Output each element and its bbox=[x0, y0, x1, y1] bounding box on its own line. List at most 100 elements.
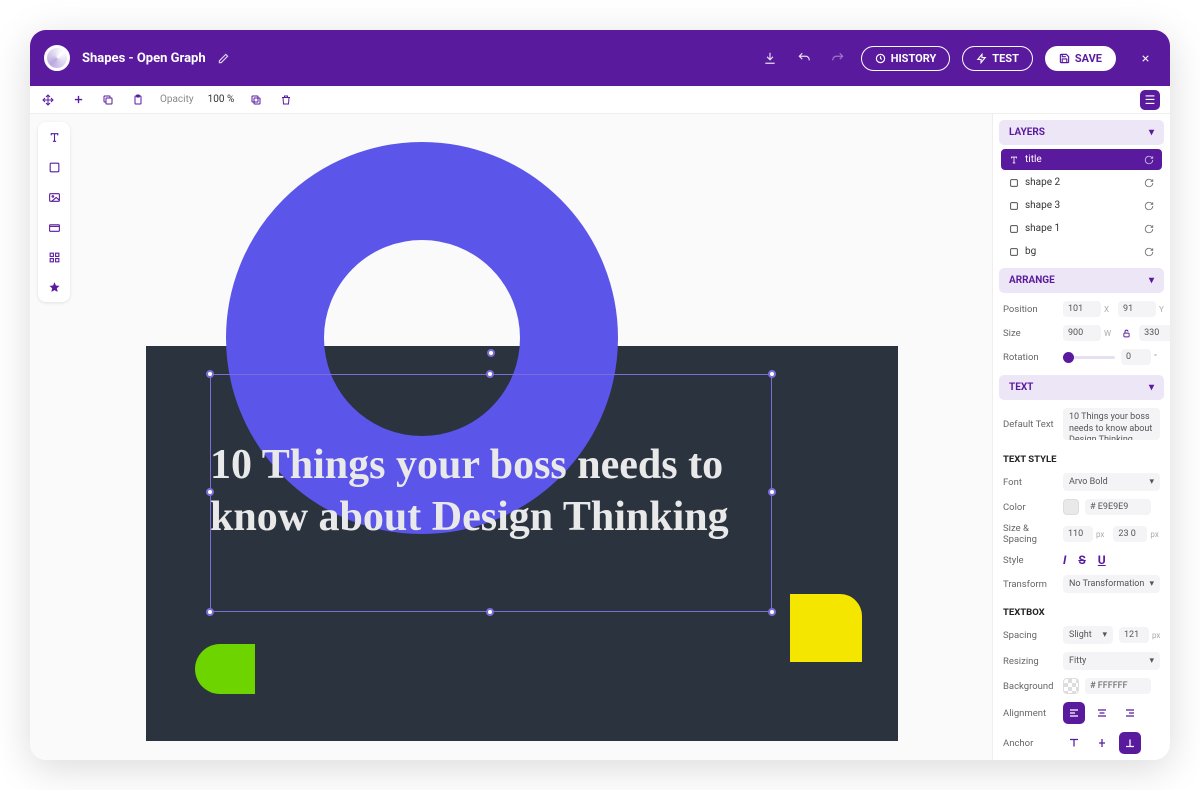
layer-item[interactable]: bg bbox=[1001, 241, 1162, 262]
duplicate-icon[interactable] bbox=[248, 94, 264, 106]
paste-icon[interactable] bbox=[130, 94, 146, 106]
opacity-value[interactable]: 100 % bbox=[208, 94, 235, 105]
redo-icon[interactable] bbox=[827, 51, 849, 65]
resize-handle[interactable] bbox=[206, 370, 214, 378]
refresh-icon[interactable] bbox=[1144, 178, 1154, 188]
download-icon[interactable] bbox=[759, 51, 781, 65]
layer-item[interactable]: shape 2 bbox=[1001, 172, 1162, 193]
arrange-header[interactable]: ARRANGE▾ bbox=[999, 268, 1164, 293]
selection-box[interactable] bbox=[210, 374, 772, 612]
align-right-button[interactable] bbox=[1119, 702, 1141, 724]
size-label: Size bbox=[1003, 328, 1057, 339]
refresh-icon[interactable] bbox=[1144, 155, 1154, 165]
width-input[interactable] bbox=[1063, 325, 1101, 341]
align-left-button[interactable] bbox=[1063, 702, 1085, 724]
position-x-input[interactable] bbox=[1063, 301, 1101, 317]
layer-type-icon bbox=[1009, 155, 1019, 165]
resizing-label: Resizing bbox=[1003, 656, 1057, 667]
refresh-icon[interactable] bbox=[1144, 224, 1154, 234]
letter-spacing-input[interactable] bbox=[1113, 526, 1147, 542]
anchor-top-button[interactable] bbox=[1063, 732, 1085, 754]
chevron-down-icon: ▾ bbox=[1102, 630, 1107, 640]
layer-item[interactable]: shape 3 bbox=[1001, 195, 1162, 216]
add-icon[interactable] bbox=[70, 94, 86, 105]
save-label: SAVE bbox=[1075, 52, 1102, 65]
underline-button[interactable]: U bbox=[1098, 553, 1106, 567]
frame-tool-icon[interactable] bbox=[45, 218, 63, 236]
resize-handle[interactable] bbox=[768, 370, 776, 378]
resize-handle[interactable] bbox=[206, 488, 214, 496]
shape-yellow[interactable] bbox=[790, 594, 862, 662]
copy-icon[interactable] bbox=[100, 94, 116, 106]
resize-handle[interactable] bbox=[768, 488, 776, 496]
delete-icon[interactable] bbox=[278, 94, 294, 106]
font-select[interactable]: Arvo Bold▾ bbox=[1063, 473, 1160, 491]
textbox-heading: TEXTBOX bbox=[993, 597, 1170, 622]
opacity-label: Opacity bbox=[160, 94, 194, 105]
refresh-icon[interactable] bbox=[1144, 201, 1154, 211]
rotate-handle[interactable] bbox=[487, 349, 495, 357]
test-button[interactable]: TEST bbox=[962, 46, 1033, 71]
transform-select[interactable]: No Transformation▾ bbox=[1063, 575, 1160, 593]
anchor-middle-button[interactable] bbox=[1091, 732, 1113, 754]
chevron-down-icon: ▾ bbox=[1149, 275, 1154, 286]
rotation-slider[interactable] bbox=[1063, 356, 1115, 359]
chevron-down-icon: ▾ bbox=[1149, 127, 1154, 138]
components-tool-icon[interactable] bbox=[45, 248, 63, 266]
star-tool-icon[interactable] bbox=[45, 278, 63, 296]
bg-swatch[interactable] bbox=[1063, 678, 1079, 694]
color-swatch[interactable] bbox=[1063, 499, 1079, 515]
layer-name: shape 1 bbox=[1025, 223, 1060, 234]
italic-button[interactable]: I bbox=[1063, 553, 1066, 567]
position-y-input[interactable] bbox=[1118, 301, 1156, 317]
color-hex-input[interactable] bbox=[1085, 499, 1151, 515]
spacing-value-input[interactable] bbox=[1119, 627, 1149, 643]
font-label: Font bbox=[1003, 477, 1057, 488]
edit-title-icon[interactable] bbox=[218, 53, 229, 64]
layers-header[interactable]: LAYERS▾ bbox=[999, 120, 1164, 145]
layer-item[interactable]: shape 1 bbox=[1001, 218, 1162, 239]
shape-green[interactable] bbox=[195, 644, 255, 694]
resize-handle[interactable] bbox=[486, 608, 494, 616]
resizing-select[interactable]: Fitty▾ bbox=[1063, 652, 1160, 670]
bg-hex-input[interactable] bbox=[1085, 678, 1151, 694]
layer-name: shape 2 bbox=[1025, 177, 1060, 188]
layer-item[interactable]: title bbox=[1001, 149, 1162, 170]
refresh-icon[interactable] bbox=[1144, 247, 1154, 257]
strike-button[interactable]: S bbox=[1078, 553, 1085, 567]
panel-menu-icon[interactable]: ☰ bbox=[1140, 90, 1160, 110]
resize-handle[interactable] bbox=[768, 608, 776, 616]
close-icon[interactable] bbox=[1134, 47, 1156, 69]
font-size-input[interactable] bbox=[1063, 526, 1093, 542]
resize-handle[interactable] bbox=[206, 608, 214, 616]
canvas[interactable]: 10 Things your boss needs to know about … bbox=[70, 114, 992, 760]
spacing-mode-select[interactable]: Slight▾ bbox=[1063, 626, 1113, 644]
height-input[interactable] bbox=[1139, 325, 1170, 341]
rect-tool-icon[interactable] bbox=[45, 158, 63, 176]
top-toolbar: Opacity 100 % ☰ bbox=[30, 86, 1170, 114]
layer-type-icon bbox=[1009, 201, 1019, 211]
image-tool-icon[interactable] bbox=[45, 188, 63, 206]
chevron-down-icon: ▾ bbox=[1149, 477, 1154, 487]
text-tool-icon[interactable] bbox=[45, 128, 63, 146]
app-logo bbox=[44, 45, 70, 71]
move-tool-icon[interactable] bbox=[40, 94, 56, 106]
left-toolbar bbox=[38, 122, 70, 760]
undo-icon[interactable] bbox=[793, 51, 815, 65]
align-center-button[interactable] bbox=[1091, 702, 1113, 724]
default-text-input[interactable]: 10 Things your boss needs to know about … bbox=[1063, 408, 1160, 440]
layer-name: title bbox=[1025, 154, 1042, 165]
anchor-bottom-button[interactable] bbox=[1119, 732, 1141, 754]
rotation-input[interactable] bbox=[1121, 349, 1151, 365]
alignment-label: Alignment bbox=[1003, 708, 1057, 719]
test-label: TEST bbox=[992, 52, 1019, 65]
default-text-label: Default Text bbox=[1003, 419, 1057, 430]
style-label: Style bbox=[1003, 555, 1057, 566]
resize-handle[interactable] bbox=[486, 370, 494, 378]
layer-type-icon bbox=[1009, 247, 1019, 257]
lock-aspect-icon[interactable] bbox=[1122, 328, 1131, 339]
chevron-down-icon: ▾ bbox=[1149, 656, 1154, 666]
history-button[interactable]: HISTORY bbox=[861, 46, 951, 71]
text-header[interactable]: TEXT▾ bbox=[999, 375, 1164, 400]
save-button[interactable]: SAVE bbox=[1045, 46, 1116, 71]
